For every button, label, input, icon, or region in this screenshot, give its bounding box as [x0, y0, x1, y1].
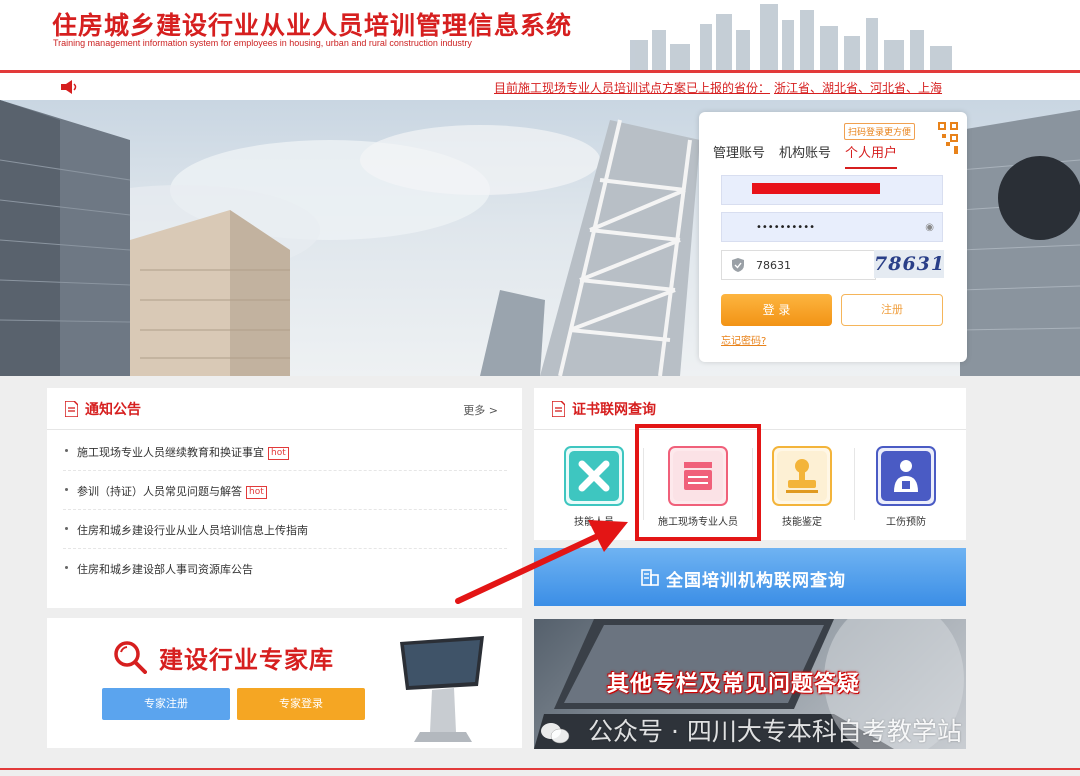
- password-mask: ••••••••••: [756, 222, 815, 233]
- expert-database-panel: 建设行业专家库 专家注册 专家登录: [47, 618, 522, 748]
- site-subtitle: Training management information system f…: [53, 38, 472, 48]
- faq-title: 其他专栏及常见问题答疑: [607, 672, 861, 697]
- hot-badge: hot: [246, 486, 267, 499]
- cert-label-skilled-workers[interactable]: 技能人员: [564, 513, 624, 528]
- notice-panel-title: 通知公告: [85, 402, 141, 418]
- expert-login-button[interactable]: 专家登录: [237, 688, 365, 720]
- document-icon: [65, 401, 78, 417]
- username-input[interactable]: [721, 175, 943, 205]
- cert-label-skill-appraisal[interactable]: 技能鉴定: [772, 513, 832, 528]
- watermark-text: 公众号 · 四川大专本科自考教学站: [588, 717, 962, 746]
- news-item[interactable]: 住房和城乡建设部人事司资源库公告: [63, 549, 507, 588]
- cert-label-injury-prevention[interactable]: 工伤预防: [876, 513, 936, 528]
- notice-bar: 目前施工现场专业人员培训试点方案已上报的省份： 浙江省、湖北省、河北省、上海: [0, 73, 1080, 100]
- qr-login-tip[interactable]: 扫码登录更方便: [844, 123, 916, 140]
- notice-more-link[interactable]: 更多 >: [463, 402, 498, 418]
- site-title: 住房城乡建设行业从业人员培训管理信息系统: [52, 11, 573, 40]
- eye-icon[interactable]: ◉: [925, 222, 934, 233]
- notice-panel-header: 通知公告 更多 >: [47, 388, 522, 430]
- tab-org-account[interactable]: 机构账号: [779, 142, 831, 167]
- news-item[interactable]: 参训（持证）人员常见问题与解答 hot: [63, 471, 507, 510]
- bullet-icon: [65, 566, 68, 569]
- captcha-input[interactable]: 78631: [721, 250, 876, 280]
- register-button[interactable]: 注册: [841, 294, 943, 326]
- expert-database-title: 建设行业专家库: [159, 646, 334, 674]
- divider: [854, 448, 855, 520]
- speaker-icon: [61, 80, 77, 94]
- login-tabs: 管理账号 机构账号 个人用户: [713, 142, 911, 169]
- news-item-text: 施工现场专业人员继续教育和换证事宜: [77, 446, 264, 459]
- highlight-box: [635, 424, 761, 541]
- notice-marquee[interactable]: 目前施工现场专业人员培训试点方案已上报的省份： 浙江省、湖北省、河北省、上海: [494, 79, 942, 96]
- news-item-text: 住房和城乡建设行业从业人员培训信息上传指南: [77, 524, 308, 537]
- footer-divider: [0, 768, 1080, 770]
- notice-panel: 通知公告 更多 > 施工现场专业人员继续教育和换证事宜 hot 参训（持证）人员常…: [47, 388, 522, 608]
- notice-provinces: 浙江省、湖北省、河北省、上海: [774, 81, 943, 95]
- login-button[interactable]: 登 录: [721, 294, 832, 326]
- redacted-username: [752, 183, 880, 194]
- news-item[interactable]: 施工现场专业人员继续教育和换证事宜 hot: [63, 432, 507, 471]
- login-panel: 扫码登录更方便 管理账号 机构账号 个人用户 •••••••••• ◉ 78631 …: [699, 112, 967, 362]
- tab-admin-account[interactable]: 管理账号: [713, 142, 765, 167]
- skyline-graphic: [610, 0, 970, 70]
- stamp-icon[interactable]: [772, 446, 832, 506]
- kiosk-illustration: [400, 636, 484, 742]
- cert-panel-title: 证书联网查询: [572, 402, 656, 418]
- qr-code-icon[interactable]: [920, 120, 960, 160]
- hot-badge: hot: [268, 447, 289, 460]
- bullet-icon: [65, 449, 68, 452]
- tab-personal-user[interactable]: 个人用户: [845, 142, 898, 169]
- building-icon: [641, 569, 659, 586]
- document-icon: [552, 401, 565, 417]
- notice-marquee-text: 目前施工现场专业人员培训试点方案已上报的省份：: [494, 81, 771, 95]
- tools-icon[interactable]: [564, 446, 624, 506]
- national-institution-query-button[interactable]: 全国培训机构联网查询: [534, 548, 966, 606]
- bullet-icon: [65, 527, 68, 530]
- worker-icon[interactable]: [876, 446, 936, 506]
- captcha-image[interactable]: 78631: [874, 250, 944, 278]
- news-item-text: 参训（持证）人员常见问题与解答: [77, 485, 242, 498]
- search-icon: [114, 641, 147, 674]
- wechat-icon: [541, 723, 570, 744]
- news-item[interactable]: 住房和城乡建设行业从业人员培训信息上传指南: [63, 510, 507, 549]
- forgot-password-link[interactable]: 忘记密码?: [721, 332, 766, 347]
- captcha-value: 78631: [756, 259, 791, 272]
- shield-icon: [732, 258, 744, 272]
- expert-register-button[interactable]: 专家注册: [102, 688, 230, 720]
- bullet-icon: [65, 488, 68, 491]
- password-input[interactable]: •••••••••• ◉: [721, 212, 943, 242]
- national-query-label: 全国培训机构联网查询: [666, 571, 846, 591]
- site-header: 住房城乡建设行业从业人员培训管理信息系统 Training management…: [0, 0, 1080, 70]
- news-item-text: 住房和城乡建设部人事司资源库公告: [77, 563, 253, 576]
